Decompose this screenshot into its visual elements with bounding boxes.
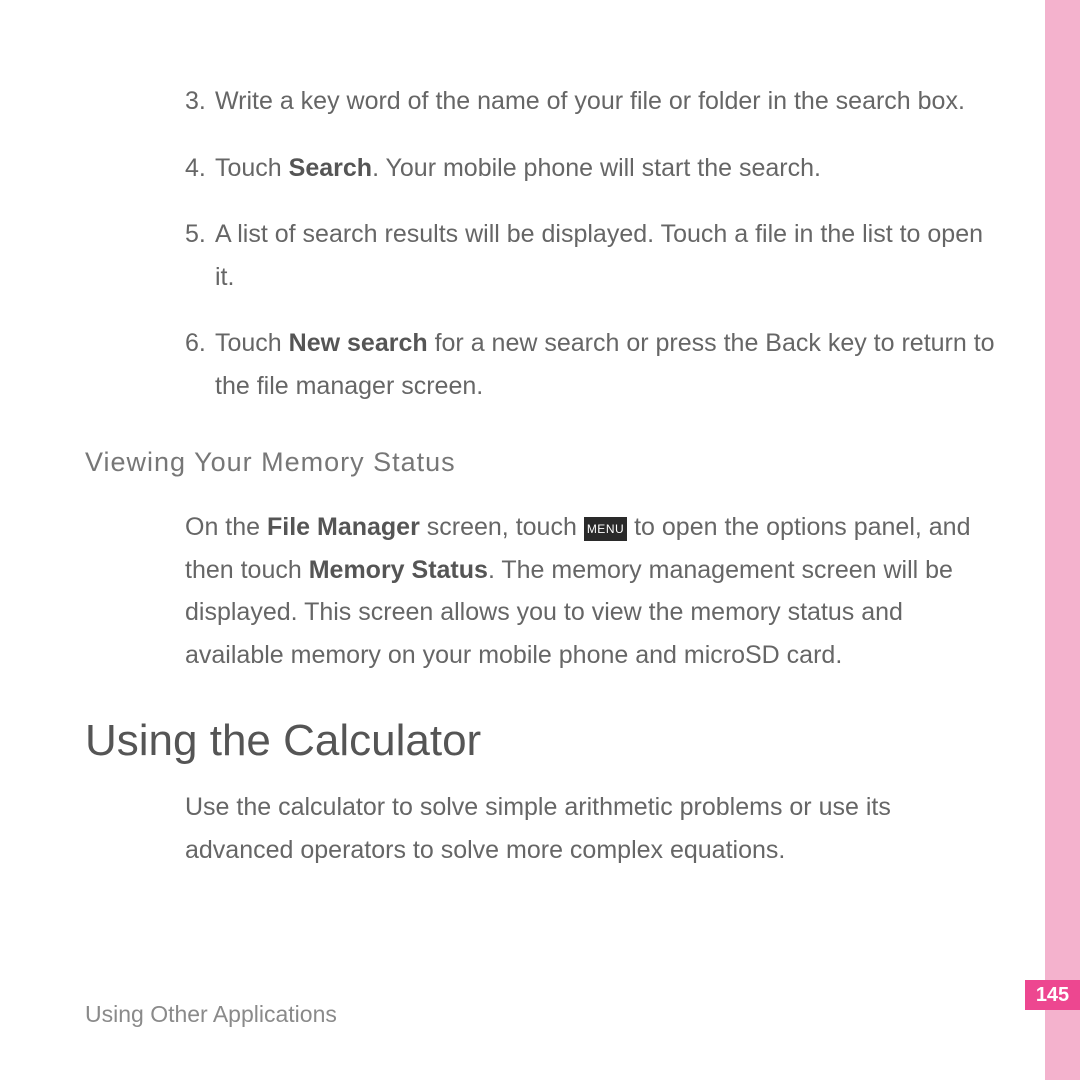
step-text-pre: Touch (215, 329, 289, 357)
step-text-pre: Touch (215, 154, 289, 182)
menu-icon: MENU (584, 517, 627, 541)
subheading-memory-status: Viewing Your Memory Status (85, 447, 995, 478)
step-3: Write a key word of the name of your fil… (85, 80, 995, 123)
step-text: A list of search results will be display… (215, 220, 983, 291)
footer-chapter-title: Using Other Applications (85, 1001, 337, 1028)
step-6: Touch New search for a new search or pre… (85, 322, 995, 407)
para-bold-1: File Manager (267, 513, 420, 541)
memory-paragraph: On the File Manager screen, touch MENU t… (85, 506, 995, 676)
para-mid1: screen, touch (420, 513, 584, 541)
page-number-tab: 145 (1025, 980, 1080, 1010)
side-stripe (1045, 0, 1080, 1080)
step-list: Write a key word of the name of your fil… (85, 80, 995, 407)
calculator-paragraph: Use the calculator to solve simple arith… (85, 786, 995, 871)
step-text-post: . Your mobile phone will start the searc… (372, 154, 821, 182)
para-pre: On the (185, 513, 267, 541)
section-heading-calculator: Using the Calculator (85, 716, 995, 766)
para-bold-2: Memory Status (309, 556, 488, 584)
manual-page: Write a key word of the name of your fil… (0, 0, 1080, 1080)
step-bold: New search (289, 329, 428, 357)
page-content: Write a key word of the name of your fil… (85, 80, 995, 899)
step-text: Write a key word of the name of your fil… (215, 87, 965, 115)
step-5: A list of search results will be display… (85, 213, 995, 298)
step-4: Touch Search. Your mobile phone will sta… (85, 147, 995, 190)
step-bold: Search (289, 154, 372, 182)
